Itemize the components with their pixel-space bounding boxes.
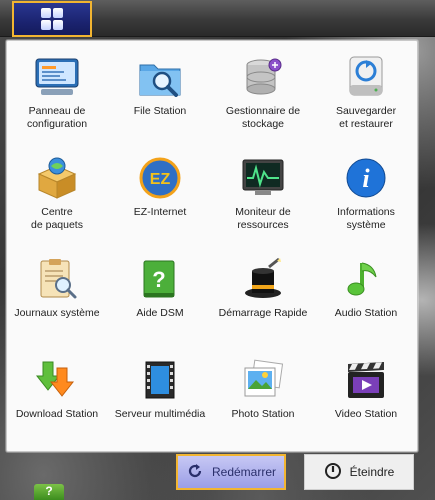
music-note-icon <box>342 255 390 303</box>
magic-hat-icon <box>239 255 287 303</box>
app-label: Moniteur de ressources <box>235 206 291 231</box>
app-label: Audio Station <box>334 307 398 319</box>
system-logs-icon <box>33 255 81 303</box>
app-label: Photo Station <box>231 408 295 420</box>
app-backup-restore[interactable]: Sauvegarder et restaurer <box>316 41 416 141</box>
dock-help-glyph: ? <box>45 484 53 498</box>
help-icon: ? <box>136 255 184 303</box>
app-label: Video Station <box>334 408 398 420</box>
help-icon[interactable]: ? <box>34 484 64 500</box>
app-label: Journaux système <box>14 307 100 319</box>
power-icon <box>324 462 342 483</box>
app-label: Aide DSM <box>136 307 184 319</box>
app-photo-station[interactable]: Photo Station <box>213 344 313 444</box>
app-label: Serveur multimédia <box>114 408 206 420</box>
main-menu-panel: Panneau de configuration File Station Ge… <box>6 40 418 452</box>
shutdown-button[interactable]: Éteindre <box>304 454 414 490</box>
app-package-center[interactable]: Centre de paquets <box>7 142 107 242</box>
svg-text:EZ: EZ <box>150 171 171 188</box>
file-station-icon <box>136 53 184 101</box>
app-download-station[interactable]: Download Station <box>7 344 107 444</box>
app-storage-manager[interactable]: Gestionnaire de stockage <box>213 41 313 141</box>
resource-monitor-icon <box>239 154 287 202</box>
app-label: Sauvegarder et restaurer <box>335 105 397 130</box>
app-label: Centre de paquets <box>31 206 83 231</box>
app-label: File Station <box>133 105 187 117</box>
app-label: Download Station <box>15 408 99 420</box>
photo-icon <box>239 356 287 404</box>
app-quick-start[interactable]: Démarrage Rapide <box>213 243 313 343</box>
backup-icon <box>342 53 390 101</box>
app-control-panel[interactable]: Panneau de configuration <box>7 41 107 141</box>
download-icon <box>33 356 81 404</box>
shutdown-label: Éteindre <box>349 465 395 479</box>
app-audio-station[interactable]: Audio Station <box>316 243 416 343</box>
app-label: Gestionnaire de stockage <box>225 105 301 130</box>
app-label: EZ-Internet <box>133 206 187 218</box>
restart-label: Redémarrer <box>211 465 277 479</box>
app-system-info[interactable]: i Informations système <box>316 142 416 242</box>
app-system-logs[interactable]: Journaux système <box>7 243 107 343</box>
svg-text:i: i <box>362 164 370 193</box>
app-resource-monitor[interactable]: Moniteur de ressources <box>213 142 313 242</box>
app-label: Démarrage Rapide <box>218 307 308 319</box>
app-video-station[interactable]: Video Station <box>316 344 416 444</box>
app-ez-internet[interactable]: EZ EZ-Internet <box>110 142 210 242</box>
app-file-station[interactable]: File Station <box>110 41 210 141</box>
app-media-server[interactable]: Serveur multimédia <box>110 344 210 444</box>
clapperboard-icon <box>342 356 390 404</box>
app-label: Informations système <box>337 206 395 231</box>
film-strip-icon <box>136 356 184 404</box>
grid-icon <box>41 8 63 30</box>
taskbar <box>0 0 435 37</box>
restart-icon <box>186 462 204 483</box>
control-panel-icon <box>33 53 81 101</box>
app-grid: Panneau de configuration File Station Ge… <box>7 41 417 451</box>
app-label: Panneau de configuration <box>26 105 88 130</box>
restart-button[interactable]: Redémarrer <box>176 454 286 490</box>
ez-internet-icon: EZ <box>136 154 184 202</box>
app-dsm-help[interactable]: ? Aide DSM <box>110 243 210 343</box>
power-bar: Redémarrer Éteindre <box>0 452 435 500</box>
svg-text:?: ? <box>152 267 165 292</box>
info-icon: i <box>342 154 390 202</box>
main-menu-button[interactable] <box>12 1 92 37</box>
storage-manager-icon <box>239 53 287 101</box>
package-center-icon <box>33 154 81 202</box>
